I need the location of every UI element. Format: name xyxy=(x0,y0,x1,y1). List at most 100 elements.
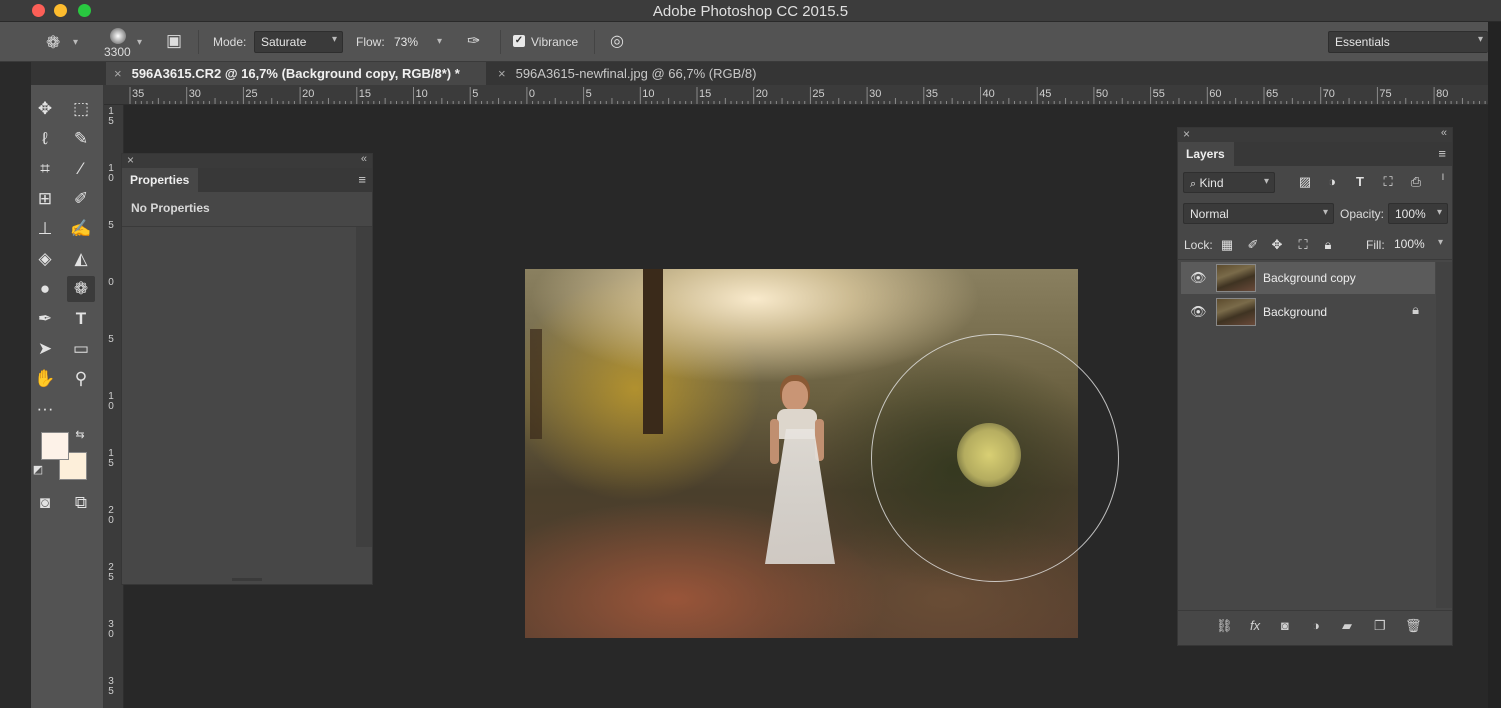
crop-icon[interactable]: ⌗ xyxy=(31,156,59,182)
foreground-color-swatch[interactable] xyxy=(41,432,69,460)
ruler-label: 5 xyxy=(108,220,114,231)
lock-artboard-icon[interactable]: ⛶ xyxy=(1294,237,1312,253)
ruler-label: 60 xyxy=(1209,88,1222,100)
filter-pixel-icon[interactable]: ▨ xyxy=(1296,174,1314,190)
layer-row[interactable]: 👁︎ Background copy xyxy=(1181,262,1435,294)
filter-shape-icon[interactable]: ⛶ xyxy=(1379,174,1397,190)
type-icon[interactable]: T xyxy=(67,306,95,332)
lock-image-icon[interactable]: ✐ xyxy=(1244,237,1262,253)
filter-smart-object-icon[interactable]: ⎙ xyxy=(1407,174,1425,190)
eyedropper-icon[interactable]: ⁄ xyxy=(67,156,95,182)
sponge-icon[interactable]: ❁ xyxy=(67,276,95,302)
patch-icon[interactable]: ⊞ xyxy=(31,186,59,212)
zoom-icon[interactable]: ⚲ xyxy=(67,366,95,392)
path-select-icon[interactable]: ➤ xyxy=(31,336,59,362)
layer-filter-select[interactable]: ⌕ Kind ▾ xyxy=(1183,172,1275,193)
brush-icon[interactable]: ✐ xyxy=(67,186,95,212)
add-mask-icon[interactable]: ◙ xyxy=(1281,618,1289,633)
fill-label: Fill: xyxy=(1366,238,1385,252)
layer-style-icon[interactable]: fx xyxy=(1250,618,1260,633)
workspace-select[interactable]: Essentials ▾ xyxy=(1328,31,1488,53)
swap-colors-icon[interactable]: ⇆ xyxy=(73,428,87,442)
blend-mode-select[interactable]: Normal ▾ xyxy=(1183,203,1334,224)
pen-icon[interactable]: ✒ xyxy=(31,306,59,332)
close-panel-icon[interactable]: × xyxy=(127,153,134,167)
tool-preset-picker[interactable]: ❁ ▾ xyxy=(44,32,84,54)
eraser-icon[interactable]: ◈ xyxy=(31,246,59,272)
filter-toggle-icon[interactable]: ⏽ xyxy=(1434,172,1452,183)
ruler-label: 75 xyxy=(1379,88,1392,100)
link-layers-icon[interactable]: ⛓ xyxy=(1216,618,1233,634)
lock-all-icon[interactable]: 🔒︎ xyxy=(1319,237,1337,253)
panel-menu-icon[interactable]: ≡ xyxy=(358,172,366,187)
close-tab-icon[interactable]: × xyxy=(498,66,506,81)
mode-select-value: Saturate xyxy=(261,35,307,49)
mode-select[interactable]: Saturate ▾ xyxy=(254,31,343,53)
move-icon[interactable]: ✥ xyxy=(31,96,59,122)
quick-mask-icon[interactable]: ◙ xyxy=(31,490,59,516)
brush-preset-picker[interactable]: 3300 ▾ xyxy=(102,26,148,60)
close-tab-icon[interactable]: × xyxy=(114,66,122,81)
filter-adjustment-icon[interactable]: ◑ xyxy=(1323,174,1341,189)
document-tab-active[interactable]: × 596A3615.CR2 @ 16,7% (Background copy, … xyxy=(106,62,486,85)
panel-resize-grip[interactable] xyxy=(232,578,262,581)
girl-arm xyxy=(770,419,779,464)
panel-scrollbar[interactable] xyxy=(356,227,372,547)
ruler-label: 0 xyxy=(108,277,114,288)
paint-bucket-icon[interactable]: ◭ xyxy=(67,246,95,272)
new-layer-icon[interactable]: ❐ xyxy=(1374,618,1386,634)
history-brush-icon[interactable]: ✍ xyxy=(67,216,95,242)
ruler-label: 40 xyxy=(982,88,995,100)
quick-select-icon[interactable]: ✎ xyxy=(67,126,95,152)
flow-field[interactable]: 73% ▾ xyxy=(392,31,450,53)
pressure-toggle[interactable]: ◎ xyxy=(608,31,632,53)
adjustment-layer-icon[interactable]: ◑ xyxy=(1312,618,1320,633)
blur-icon[interactable]: ● xyxy=(31,276,59,302)
opacity-field[interactable]: 100% ▾ xyxy=(1388,203,1448,224)
default-colors-icon[interactable]: ◩ xyxy=(31,463,45,477)
ruler-label: 3 5 xyxy=(108,676,114,697)
layer-lock-icon[interactable]: 🔒︎ xyxy=(1412,302,1419,318)
layers-scrollbar[interactable] xyxy=(1436,262,1452,608)
separator xyxy=(500,30,501,54)
collapse-panel-icon[interactable]: « xyxy=(361,153,367,165)
airbrush-toggle[interactable]: ✑ xyxy=(465,31,489,53)
opacity-label: Opacity: xyxy=(1340,207,1385,221)
lock-transparent-icon[interactable]: ▦ xyxy=(1218,237,1236,253)
more-tools-icon[interactable]: ··· xyxy=(31,396,59,422)
flow-value: 73% xyxy=(394,35,419,49)
panel-menu-icon[interactable]: ≡ xyxy=(1438,146,1446,161)
delete-layer-icon[interactable]: 🗑︎ xyxy=(1405,618,1422,634)
brush-panel-icon: ▣ xyxy=(166,31,183,50)
visibility-eye-icon[interactable]: 👁︎ xyxy=(1190,270,1207,286)
new-group-icon[interactable]: ▰ xyxy=(1342,618,1352,634)
lasso-icon[interactable]: ℓ xyxy=(31,126,59,152)
filter-type-icon[interactable]: T xyxy=(1351,174,1369,189)
chevron-down-icon: ▾ xyxy=(1437,237,1443,248)
brush-settings-toggle[interactable]: ▣ xyxy=(164,31,186,53)
stamp-icon[interactable]: ⊥ xyxy=(31,216,59,242)
tab-properties[interactable]: Properties xyxy=(122,168,198,192)
screen-mode-icon[interactable]: ⧉ xyxy=(67,490,95,516)
lock-position-icon[interactable]: ✥ xyxy=(1268,237,1286,253)
hand-icon[interactable]: ✋ xyxy=(31,366,59,392)
ruler-label: 25 xyxy=(245,88,258,100)
document-tab-inactive[interactable]: × 596A3615-newfinal.jpg @ 66,7% (RGB/8) xyxy=(490,62,800,85)
ruler-label: 65 xyxy=(1266,88,1279,100)
tab-layers[interactable]: Layers xyxy=(1178,142,1234,166)
marquee-icon[interactable]: ⬚ xyxy=(67,96,95,122)
panel-header: × « xyxy=(1178,127,1452,142)
close-panel-icon[interactable]: × xyxy=(1183,127,1190,141)
properties-panel: × « Properties ≡ No Properties xyxy=(121,153,373,585)
layer-row[interactable]: 👁︎ Background 🔒︎ xyxy=(1181,296,1435,328)
chevron-down-icon: ▾ xyxy=(437,36,443,47)
collapse-panel-icon[interactable]: « xyxy=(1441,127,1447,139)
visibility-eye-icon[interactable]: 👁︎ xyxy=(1190,304,1207,320)
ruler-label: 35 xyxy=(132,88,145,100)
ruler-label: 55 xyxy=(1152,88,1165,100)
vibrance-checkbox[interactable]: ✓ xyxy=(513,35,525,47)
fill-field[interactable]: 100% ▾ xyxy=(1388,234,1448,255)
rectangle-icon[interactable]: ▭ xyxy=(67,336,95,362)
ruler-label: 20 xyxy=(302,88,315,100)
tab-label: 596A3615.CR2 @ 16,7% (Background copy, R… xyxy=(131,66,460,81)
